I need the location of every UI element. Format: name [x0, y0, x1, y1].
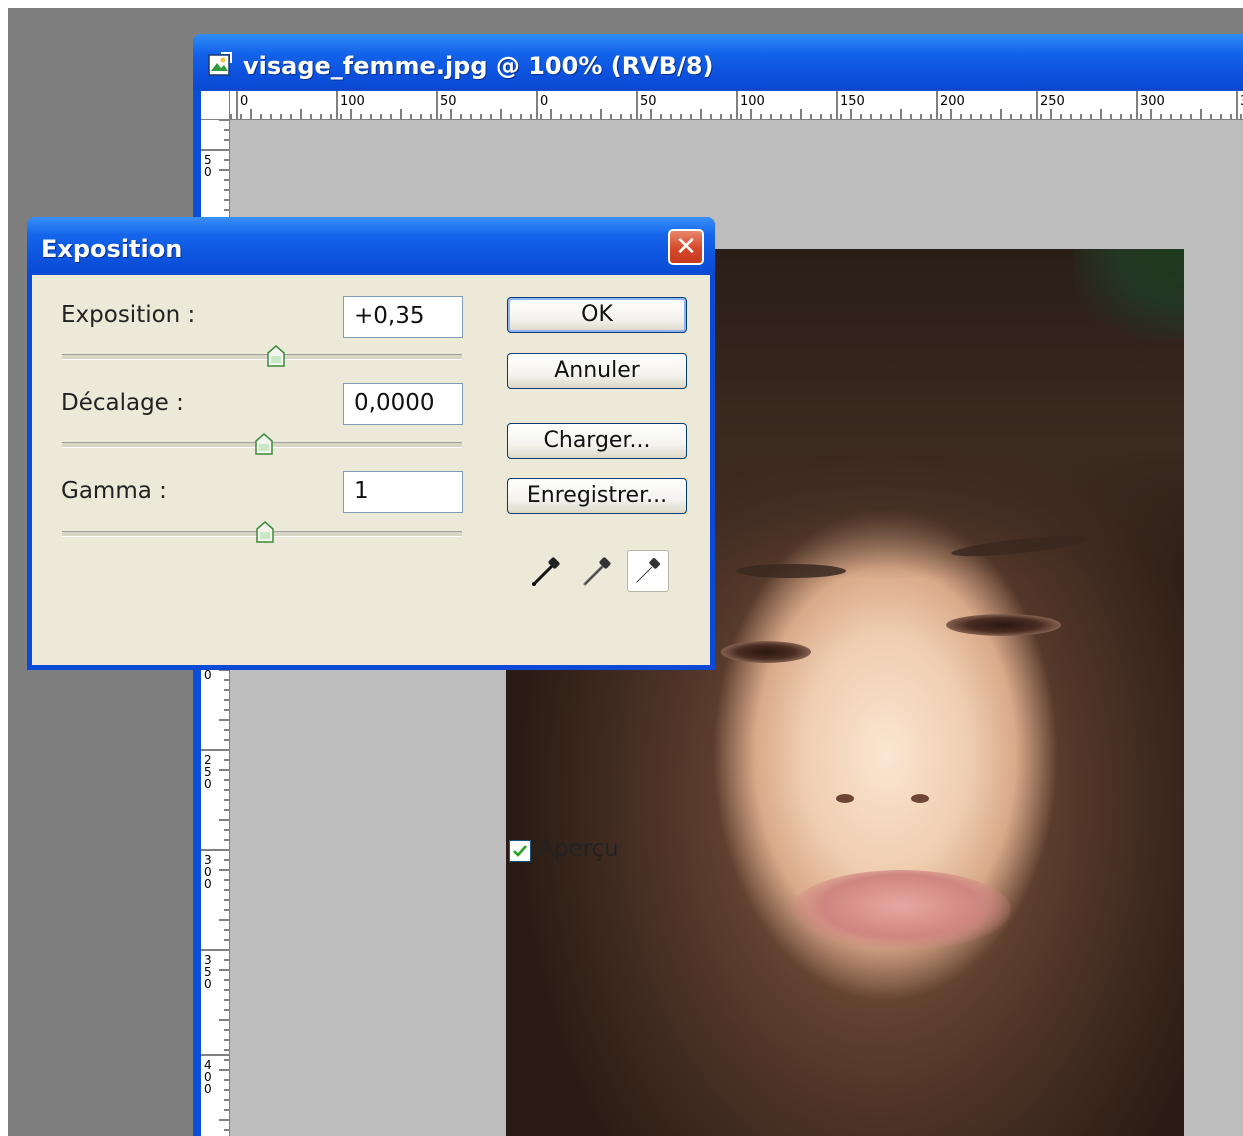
horizontal-ruler[interactable]: 010050050100150200250300350	[201, 91, 1243, 120]
dialog-titlebar[interactable]: Exposition ✕	[27, 217, 715, 275]
load-button[interactable]: Charger...	[507, 423, 687, 459]
offset-label: Décalage :	[61, 390, 184, 416]
h-ruler-label: 250	[1040, 94, 1065, 109]
h-ruler-label: 200	[940, 94, 965, 109]
v-ruler-label: 0	[204, 877, 212, 891]
document-icon	[208, 52, 232, 76]
save-button[interactable]: Enregistrer...	[507, 478, 687, 514]
dialog-title: Exposition	[41, 235, 183, 263]
h-ruler-label: 300	[1140, 94, 1165, 109]
h-ruler-label: 0	[240, 94, 248, 109]
exposure-slider-thumb[interactable]	[267, 345, 285, 367]
white-eyedropper-icon[interactable]	[627, 550, 669, 592]
gamma-slider-thumb[interactable]	[256, 521, 274, 543]
gamma-label: Gamma :	[61, 478, 167, 504]
v-ruler-label: 0	[204, 977, 212, 991]
document-titlebar[interactable]: visage_femme.jpg @ 100% (RVB/8)	[193, 34, 1243, 90]
h-ruler-label: 50	[440, 94, 457, 109]
dialog-body: Exposition : +0,35 Décalage : 0,0000 Gam…	[32, 275, 710, 862]
offset-slider-thumb[interactable]	[255, 433, 273, 455]
v-ruler-label: 0	[204, 668, 212, 682]
preview-label: Aperçu	[538, 836, 619, 862]
exposure-label: Exposition :	[61, 302, 196, 328]
close-icon: ✕	[675, 232, 697, 262]
gamma-input[interactable]: 1	[343, 471, 463, 513]
close-button[interactable]: ✕	[668, 229, 704, 265]
checkmark-icon	[513, 845, 527, 857]
v-ruler-label: 0	[204, 165, 212, 179]
gray-eyedropper-icon[interactable]	[577, 550, 619, 592]
cancel-button[interactable]: Annuler	[507, 353, 687, 389]
h-ruler-label: 100	[340, 94, 365, 109]
document-title: visage_femme.jpg @ 100% (RVB/8)	[243, 52, 714, 80]
ok-button[interactable]: OK	[507, 297, 687, 333]
exposure-slider-track[interactable]	[62, 354, 462, 360]
h-ruler-label: 50	[640, 94, 657, 109]
offset-input[interactable]: 0,0000	[343, 383, 463, 425]
h-ruler-label: 150	[840, 94, 865, 109]
ruler-origin[interactable]	[201, 91, 230, 120]
exposure-dialog[interactable]: Exposition ✕ Exposition : +0,35 Décalage…	[27, 217, 715, 862]
h-ruler-label: 100	[740, 94, 765, 109]
v-ruler-label: 0	[204, 777, 212, 791]
h-ruler-label: 0	[540, 94, 548, 109]
exposure-input[interactable]: +0,35	[343, 296, 463, 338]
black-eyedropper-icon[interactable]	[526, 550, 568, 592]
v-ruler-label: 0	[204, 1082, 212, 1096]
preview-checkbox[interactable]	[509, 840, 531, 862]
